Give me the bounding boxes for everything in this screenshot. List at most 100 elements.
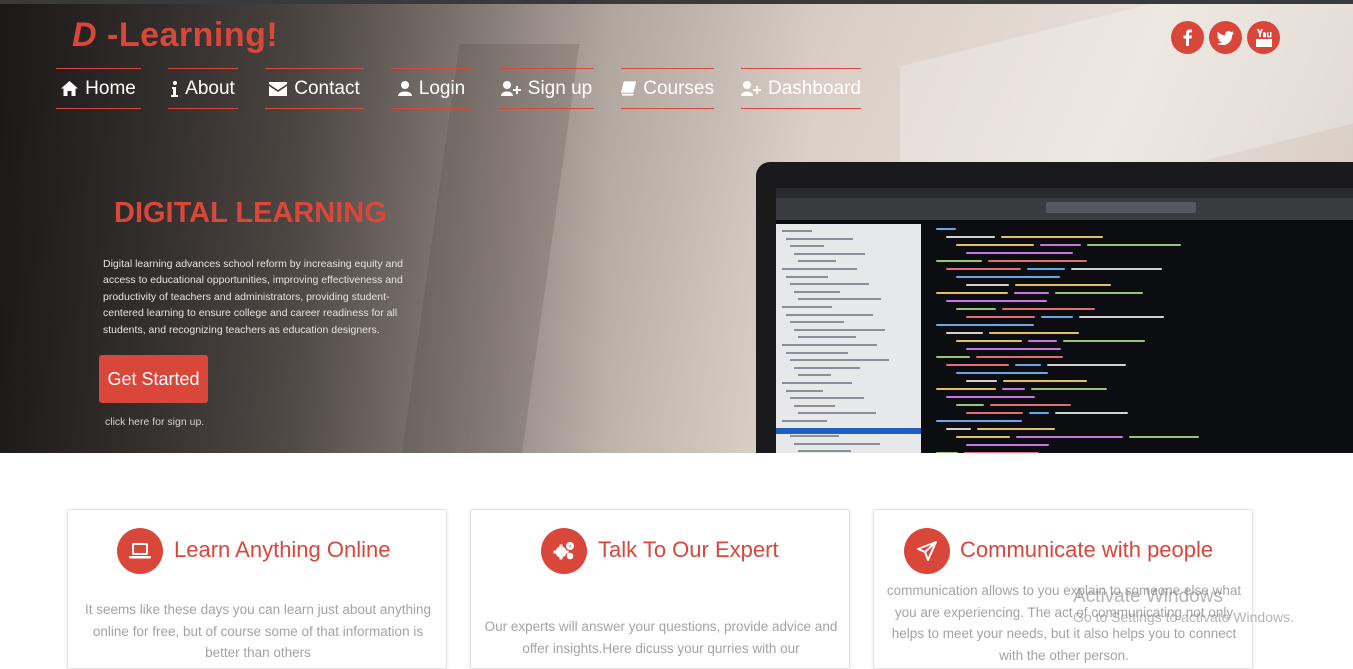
code-line [936,356,970,358]
file-tree-line [776,427,921,434]
code-line [956,436,1010,438]
cta-hint: click here for sign up. [105,416,205,428]
code-line [936,292,1008,294]
laptop-icon [129,543,151,559]
nav-home[interactable]: Home [56,68,141,109]
code-line [936,260,982,262]
code-line [1063,340,1145,342]
code-line [1015,284,1111,286]
code-line [966,412,1023,414]
laptop-screen [776,188,1353,453]
code-line [1027,268,1065,270]
code-line [1015,364,1041,366]
code-line [988,260,1087,262]
file-tree-line [794,442,880,445]
nav-login-label: Login [418,77,466,99]
code-line [936,228,956,230]
file-tree-line [798,450,851,453]
get-started-button[interactable]: Get Started [99,355,208,403]
code-line [1087,244,1181,246]
facebook-link[interactable] [1171,21,1204,54]
code-line [966,252,1073,254]
file-tree-line [794,366,860,369]
file-tree-line [782,344,877,346]
code-editor-pane [936,228,1353,453]
user-plus-icon [500,81,521,96]
code-line [1029,412,1049,414]
code-line [946,300,1047,302]
code-line [956,308,996,310]
user-icon [397,81,412,96]
nav-contact[interactable]: Contact [265,68,364,109]
site-logo[interactable]: D -Learning! [72,16,278,55]
nav-contact-label: Contact [294,77,360,99]
file-tree-line [786,237,853,240]
code-line [946,268,1021,270]
code-line [1047,364,1126,366]
code-line [1055,292,1143,294]
file-tree-line [782,382,852,384]
code-line [966,316,1035,318]
youtube-link[interactable] [1247,21,1280,54]
code-line [1002,388,1025,390]
file-tree-line [790,245,824,248]
file-tree-line [786,313,873,316]
card-title: Communicate with people [960,537,1214,562]
cogs-icon [553,542,574,560]
file-tree-line [794,252,865,255]
file-tree-line [782,306,832,308]
file-tree-line [798,412,876,415]
code-line [966,380,997,382]
file-tree-pane [776,224,921,453]
card-title: Talk To Our Expert [598,537,779,562]
cogs-badge [541,528,587,574]
file-tree-line [798,336,856,339]
card-title: Learn Anything Online [174,537,391,562]
code-line [1079,316,1164,318]
user-plus-icon [741,81,762,96]
paper-plane-badge [904,528,950,574]
twitter-link[interactable] [1209,21,1242,54]
code-line [966,444,1049,446]
nav-signup[interactable]: Sign up [499,68,594,109]
nav-login[interactable]: Login [391,68,472,109]
nav-dashboard[interactable]: Dashboard [741,68,861,109]
file-tree-line [782,230,812,232]
hero-description: Digital learning advances school reform … [103,258,403,336]
feature-card-learn: Learn Anything Online It seems like thes… [67,509,447,669]
code-line [990,404,1071,406]
code-line [936,388,996,390]
book-icon [621,81,637,96]
code-line [946,332,983,334]
facebook-icon [1183,29,1192,46]
laptop-image [756,162,1353,453]
twitter-icon [1217,30,1234,45]
nav-home-label: Home [85,77,136,99]
code-line [1003,380,1087,382]
file-tree-line [790,283,869,286]
code-line [946,396,1035,398]
code-line [956,372,1048,374]
logo-text: -Learning! [97,16,279,54]
hero-title: DIGITAL LEARNING [114,197,387,229]
code-line [1016,436,1123,438]
code-line [1055,412,1128,414]
code-line [976,356,1063,358]
logo-letter: D [72,16,98,54]
file-tree-line [794,404,835,407]
paper-plane-icon [917,541,937,561]
nav-courses-label: Courses [643,77,714,99]
code-line [956,404,984,406]
code-line [936,324,1034,326]
file-tree-line [798,374,831,377]
activation-watermark-subtitle: Go to Settings to activate Windows. [1073,609,1294,625]
nav-courses[interactable]: Courses [621,68,714,109]
youtube-icon [1255,28,1272,47]
code-line [946,364,1009,366]
code-line [977,428,1055,430]
code-line [989,332,1079,334]
code-line [1041,316,1073,318]
file-tree-line [790,359,889,362]
code-line [1014,292,1049,294]
nav-about[interactable]: About [168,68,238,109]
